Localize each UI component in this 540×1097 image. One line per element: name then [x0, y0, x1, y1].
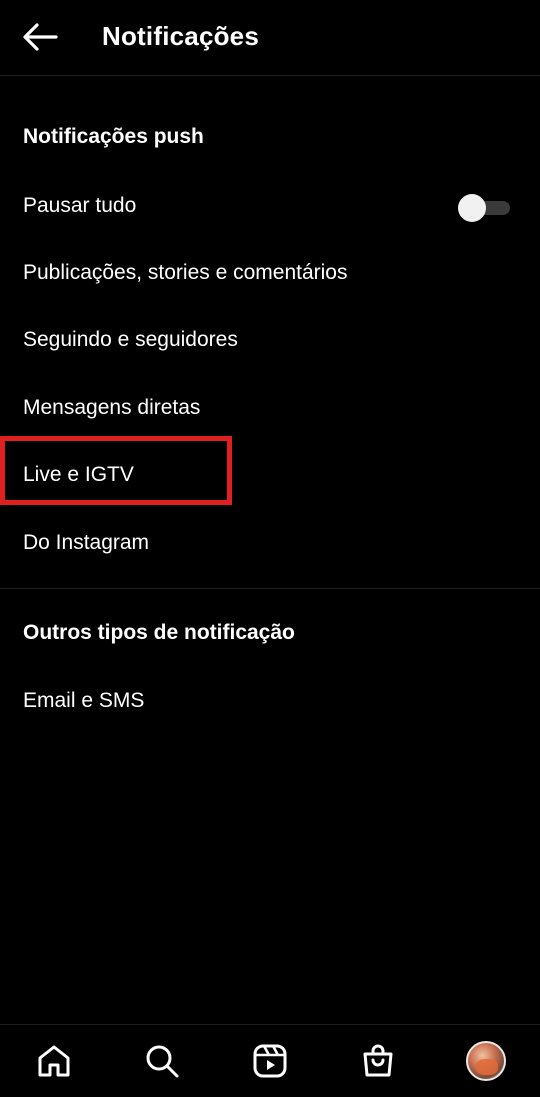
- top-bar: Notificações: [0, 0, 540, 76]
- section-divider: [0, 588, 540, 589]
- nav-home[interactable]: [32, 1039, 76, 1083]
- nav-reels[interactable]: [248, 1039, 292, 1083]
- setting-label: Publicações, stories e comentários: [23, 261, 348, 284]
- search-icon: [146, 1045, 179, 1078]
- setting-row-posts-stories-comments[interactable]: Publicações, stories e comentários: [0, 245, 540, 301]
- section-title-other: Outros tipos de notificação: [23, 621, 295, 644]
- nav-profile[interactable]: [464, 1039, 508, 1083]
- setting-row-following-followers[interactable]: Seguindo e seguidores: [0, 312, 540, 368]
- setting-row-from-instagram[interactable]: Do Instagram: [0, 515, 540, 571]
- setting-row-pause-all[interactable]: Pausar tudo: [0, 178, 540, 234]
- page-title: Notificações: [102, 21, 260, 51]
- setting-row-email-sms[interactable]: Email e SMS: [0, 673, 540, 729]
- setting-label: Do Instagram: [23, 531, 150, 554]
- setting-row-direct-messages[interactable]: Mensagens diretas: [0, 380, 540, 436]
- setting-label: Seguindo e seguidores: [23, 328, 238, 351]
- toggle-knob: [458, 194, 486, 222]
- arrow-left-icon: [23, 23, 58, 51]
- nav-shop[interactable]: [356, 1039, 400, 1083]
- back-button[interactable]: [20, 18, 60, 56]
- highlight-annotation-box: [0, 436, 232, 505]
- home-icon: [38, 1045, 70, 1077]
- setting-label: Pausar tudo: [23, 194, 137, 217]
- shop-icon: [363, 1044, 393, 1077]
- profile-avatar: [466, 1041, 506, 1081]
- nav-search[interactable]: [140, 1039, 184, 1083]
- pause-all-toggle[interactable]: [458, 194, 512, 222]
- bottom-nav-bar: [0, 1024, 540, 1097]
- reels-icon: [253, 1044, 287, 1078]
- setting-label: Email e SMS: [23, 689, 145, 712]
- section-title-push: Notificações push: [23, 125, 204, 148]
- setting-label: Mensagens diretas: [23, 396, 201, 419]
